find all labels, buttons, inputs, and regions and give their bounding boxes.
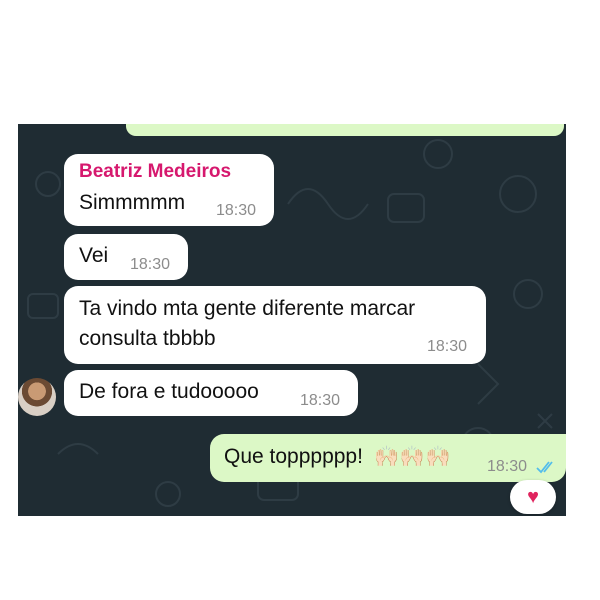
message-text: Que topppppp!: [224, 445, 363, 468]
message-bubble[interactable]: Beatriz Medeiros Simmmmm 18:30: [64, 154, 274, 226]
raised-hands-emoji: 🙌🏻🙌🏻🙌🏻: [374, 446, 452, 468]
message-text-line-2: consulta tbbbb: [79, 327, 216, 350]
chat-window: Beatriz Medeiros Simmmmm 18:30 Vei 18:30…: [18, 124, 566, 516]
message-bubble[interactable]: Ta vindo mta gente diferente marcar cons…: [64, 286, 486, 364]
read-ticks-icon: [536, 461, 553, 474]
message-text: Simmmmm: [79, 191, 186, 214]
message-bubble-outgoing[interactable]: Que topppppp! 🙌🏻🙌🏻🙌🏻 18:30: [210, 434, 566, 482]
message-time: 18:30: [130, 256, 171, 273]
message-text: De fora e tudooooo: [79, 380, 259, 403]
message-bubble[interactable]: Vei 18:30: [64, 234, 188, 280]
message-time: 18:30: [300, 392, 341, 409]
avatar[interactable]: [18, 378, 56, 416]
message-bubble[interactable]: De fora e tudooooo 18:30: [64, 370, 358, 416]
message-time: 18:30: [427, 338, 468, 355]
message-text: Vei: [79, 244, 109, 267]
message-time: 18:30: [216, 202, 257, 219]
sender-name[interactable]: Beatriz Medeiros: [79, 161, 231, 183]
message-text-line-1: Ta vindo mta gente diferente marcar: [79, 297, 416, 320]
heart-reaction-icon[interactable]: ♥: [510, 480, 556, 514]
message-time: 18:30: [487, 458, 528, 475]
